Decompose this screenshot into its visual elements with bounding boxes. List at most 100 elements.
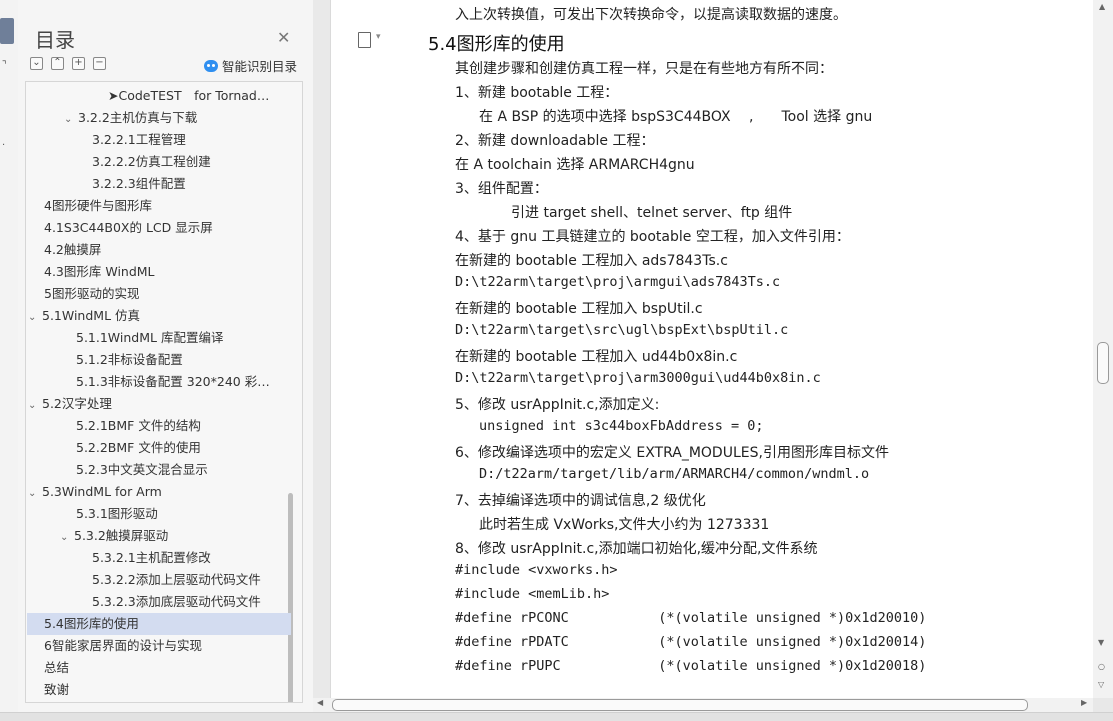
toc-item-label: 致谢: [44, 682, 70, 697]
toc-list: ➤CodeTEST for Tornad… ⌄ 3.2.2主机仿真与下载 3.2.2.…: [25, 81, 303, 703]
scroll-left-icon[interactable]: ◀: [317, 698, 323, 707]
toc-item[interactable]: 5.2.1BMF 文件的结构: [76, 415, 201, 437]
toc-item[interactable]: 5.3.2.3添加底层驱动代码文件: [92, 591, 261, 613]
doc-line: 在 A BSP 的选项中选择 bspS3C44BOX , Tool 选择 gnu: [479, 109, 873, 125]
toc-item-label: 5.2.3中文英文混合显示: [76, 462, 208, 477]
toc-item-label: 4图形硬件与图形库: [44, 198, 152, 213]
toc-item-label: 总结: [44, 660, 70, 675]
doc-line: 引进 target shell、telnet server、ftp 组件: [511, 205, 793, 221]
doc-line: 在新建的 bootable 工程加入 ud44b0x8in.c: [455, 349, 738, 365]
horizontal-scroll-thumb[interactable]: [332, 699, 1028, 711]
toc-item[interactable]: ➤CodeTEST for Tornad…: [108, 85, 269, 107]
strip-marker-icon: ·: [2, 140, 6, 151]
toc-item[interactable]: 3.2.2.1工程管理: [92, 129, 186, 151]
toc-item-label: 3.2.2.1工程管理: [92, 132, 186, 147]
scroll-down-icon[interactable]: ▼: [1098, 638, 1104, 647]
toc-item-label: 5.3.2.1主机配置修改: [92, 550, 211, 565]
toc-item[interactable]: 5.1.1WindML 库配置编译: [76, 327, 223, 349]
toc-scrollbar[interactable]: [288, 493, 293, 702]
doc-line: 其创建步骤和创建仿真工程一样，只是在有些地方有所不同：: [455, 61, 833, 77]
toc-item-label: 6智能家居界面的设计与实现: [44, 638, 202, 653]
toc-item-label: 4.2触摸屏: [44, 242, 102, 257]
doc-line: 4、基于 gnu 工具链建立的 bootable 空工程，加入文件引用：: [455, 229, 850, 245]
remove-level-icon[interactable]: −: [93, 57, 106, 70]
toc-item[interactable]: 3.2.2.2仿真工程创建: [92, 151, 211, 173]
toc-item-label: 5.3.1图形驱动: [76, 506, 158, 521]
toc-item[interactable]: ⌄ 5.3.2触摸屏驱动: [60, 525, 168, 547]
toc-item[interactable]: 5.2.2BMF 文件的使用: [76, 437, 201, 459]
collapse-all-icon[interactable]: ⌃: [51, 57, 64, 70]
doc-line: 在 A toolchain 选择 ARMARCH4gnu: [455, 157, 695, 173]
toc-item-label: 5.3WindML for Arm: [42, 484, 162, 499]
toc-item[interactable]: 4图形硬件与图形库: [44, 195, 152, 217]
doc-line: #define rPCONC (*(volatile unsigned *)0x…: [455, 610, 927, 626]
toc-item[interactable]: ⌄ 3.2.2主机仿真与下载: [64, 107, 197, 129]
document-options-icon[interactable]: [358, 32, 381, 48]
toc-item[interactable]: 3.2.2.3组件配置: [92, 173, 186, 195]
toc-item[interactable]: 5.2.3中文英文混合显示: [76, 459, 208, 481]
toc-item[interactable]: 总结: [44, 657, 69, 679]
toc-item-label: 5.1.1WindML 库配置编译: [76, 330, 224, 345]
doc-line: D:\t22arm\target\src\ugl\bspExt\bspUtil.…: [455, 322, 789, 338]
smart-toc-button[interactable]: 智能识别目录: [204, 56, 297, 75]
toc-item-label: 5.2汉字处理: [42, 396, 112, 411]
left-activity-strip: ⌝ ·: [0, 0, 19, 720]
doc-line: 在新建的 bootable 工程加入 bspUtil.c: [455, 301, 703, 317]
section-heading: 5.4图形库的使用: [428, 34, 565, 55]
toc-item-label: 5图形驱动的实现: [44, 286, 140, 301]
toc-item[interactable]: 5.3.1图形驱动: [76, 503, 158, 525]
doc-line: D:\t22arm\target\proj\armgui\ads7843Ts.c: [455, 274, 781, 290]
toc-item-label: 5.3.2.2添加上层驱动代码文件: [92, 572, 261, 587]
toc-item[interactable]: 5.3.2.2添加上层驱动代码文件: [92, 569, 261, 591]
prev-page-icon[interactable]: ○: [1098, 662, 1105, 671]
toc-panel: 目录 ✕ ⌄ ⌃ + − 智能识别目录 ➤CodeTEST for Tornad…: [18, 0, 313, 712]
toc-item-label: 5.2.1BMF 文件的结构: [76, 418, 201, 433]
doc-line: unsigned int s3c44boxFbAddress = 0;: [479, 418, 764, 434]
toc-item[interactable]: ⌄ 5.2汉字处理: [28, 393, 112, 415]
horizontal-scrollbar[interactable]: ◀ ▶: [313, 698, 1093, 712]
vertical-scrollbar[interactable]: ▲ ▼ ○ ▽: [1093, 0, 1113, 698]
toc-item-label: 5.2.2BMF 文件的使用: [76, 440, 201, 455]
chevron-down-icon[interactable]: ⌄: [28, 307, 42, 329]
doc-line: D:/t22arm/target/lib/arm/ARMARCH4/common…: [479, 466, 870, 482]
doc-line: D:\t22arm\target\proj\arm3000gui\ud44b0x…: [455, 370, 821, 386]
toc-item[interactable]: 5.1.3非标设备配置 320*240 彩…: [76, 371, 270, 393]
next-page-icon[interactable]: ▽: [1098, 680, 1104, 689]
toc-item[interactable]: 5图形驱动的实现: [44, 283, 139, 305]
chevron-down-icon[interactable]: ⌄: [60, 527, 74, 549]
toc-item[interactable]: ⌄ 5.1WindML 仿真: [28, 305, 140, 327]
add-level-icon[interactable]: +: [72, 57, 85, 70]
toc-item[interactable]: 5.1.2非标设备配置: [76, 349, 183, 371]
toc-item[interactable]: 4.3图形库 WindML: [44, 261, 155, 283]
vertical-scroll-thumb[interactable]: [1097, 342, 1109, 384]
scroll-up-icon[interactable]: ▲: [1099, 2, 1105, 11]
toc-item[interactable]: ⌄ 5.3WindML for Arm: [28, 481, 162, 503]
toc-item-label: 5.1.2非标设备配置: [76, 352, 183, 367]
toc-item[interactable]: 致谢: [44, 679, 69, 701]
toc-item[interactable]: 4.2触摸屏: [44, 239, 101, 261]
close-icon[interactable]: ✕: [277, 28, 290, 47]
doc-line: 6、修改编译选项中的宏定义 EXTRA_MODULES,引用图形库目标文件: [455, 445, 889, 461]
toc-item[interactable]: 5.4图形库的使用: [27, 613, 291, 635]
toc-item[interactable]: 5.3.2.1主机配置修改: [92, 547, 211, 569]
doc-line: 此时若生成 VxWorks,文件大小约为 1273331: [479, 517, 770, 533]
toc-item-label: 5.1.3非标设备配置 320*240 彩…: [76, 374, 270, 389]
toc-item[interactable]: 6智能家居界面的设计与实现: [44, 635, 202, 657]
toc-item-label: 5.3.2.3添加底层驱动代码文件: [92, 594, 261, 609]
panel-toggle-icon[interactable]: [0, 18, 14, 44]
expand-all-icon[interactable]: ⌄: [30, 57, 43, 70]
toc-item-label: 5.3.2触摸屏驱动: [74, 528, 169, 543]
scroll-right-icon[interactable]: ▶: [1081, 698, 1087, 707]
toc-item-label: 5.1WindML 仿真: [42, 308, 141, 323]
doc-line: #define rPDATC (*(volatile unsigned *)0x…: [455, 634, 927, 650]
chevron-down-icon[interactable]: ⌄: [28, 483, 42, 505]
toc-title: 目录: [35, 28, 75, 52]
doc-line: 2、新建 downloadable 工程：: [455, 133, 655, 149]
smart-toc-label: 智能识别目录: [222, 59, 298, 74]
toc-item[interactable]: 4.1S3C44B0X的 LCD 显示屏: [44, 217, 213, 239]
doc-line: 8、修改 usrAppInit.c,添加端口初始化,缓冲分配,文件系统: [455, 541, 818, 557]
doc-line: 1、新建 bootable 工程：: [455, 85, 619, 101]
chevron-down-icon[interactable]: ⌄: [64, 109, 78, 131]
toc-toolbar: ⌄ ⌃ + −: [30, 57, 106, 70]
chevron-down-icon[interactable]: ⌄: [28, 395, 42, 417]
